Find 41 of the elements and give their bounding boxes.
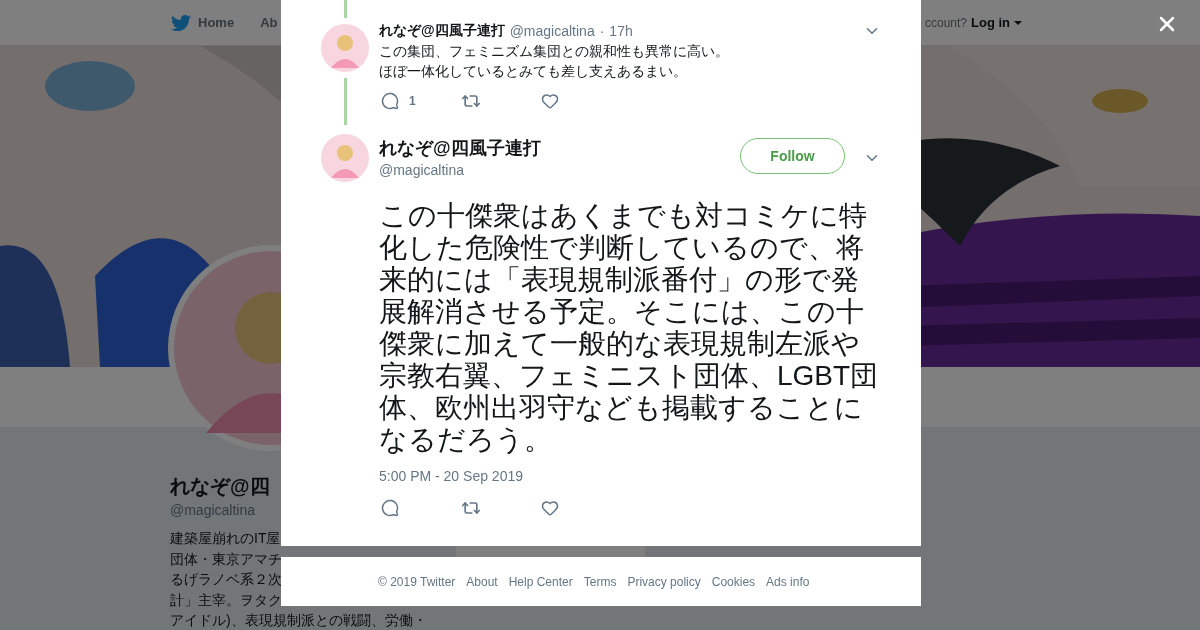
bio-line: アイドル)、表現規制派との戦闘、労働・ xyxy=(170,611,427,630)
tweet-time[interactable]: 17h xyxy=(609,23,633,39)
bird-icon xyxy=(171,12,191,33)
profile-name: れなぞ@四 xyxy=(170,474,270,498)
reply-button[interactable]: 1 xyxy=(379,92,459,110)
bio-line: るげラノベ系２次 xyxy=(170,570,282,589)
tweet-timestamp: 5:00 PM - 20 Sep 2019 xyxy=(379,468,524,484)
bio-line: 団体・東京アマチ xyxy=(170,549,282,569)
caret-icon[interactable] xyxy=(1014,20,1022,25)
tweet-text: ほぼ一体化しているとみても差し支えあるまい。 xyxy=(379,62,688,81)
author-name[interactable]: れなぞ@四風子連打 xyxy=(379,136,541,160)
heart-icon xyxy=(541,92,559,110)
nav-link[interactable]: Home xyxy=(171,12,235,33)
author-name[interactable]: れなぞ@四風子連打 xyxy=(379,22,505,40)
profile-handle: @magicaltina xyxy=(170,501,256,520)
heart-icon xyxy=(541,499,559,517)
reply-count: 1 xyxy=(409,94,416,108)
footer-link[interactable]: Ads info xyxy=(766,574,810,589)
thread-line xyxy=(343,78,347,125)
follow-button[interactable]: Follow xyxy=(740,138,845,174)
footer-link[interactable]: Terms xyxy=(583,574,617,589)
bio-line: 計」主宰。ヲタク xyxy=(170,590,282,610)
separator: · xyxy=(599,23,605,39)
footer-link[interactable]: About xyxy=(466,574,498,589)
speech-bubble-icon xyxy=(381,92,399,110)
footer-link[interactable]: Cookies xyxy=(711,574,756,589)
author-handle: @magicaltina xyxy=(379,162,466,178)
speech-bubble-icon xyxy=(381,499,399,517)
tweet-text: この十傑衆はあくまでも対コミケに特化した危険性で判断しているので、将来的には「表現規制派番付」の形で発展解消させる予定。そこには、この十傑衆に加えて一般的な表現規制左派や宗教右翼、フェミニスト団体、LGBT団体、欧州出羽守なども掲載することになるだろう。 xyxy=(379,200,879,456)
login-prompt: ccount? xyxy=(924,15,967,30)
nav-link[interactable]: Ab xyxy=(260,15,278,30)
thread-line xyxy=(343,0,347,18)
tweet-text: この集団、フェミニズム集団との親和性も異常に高い。 xyxy=(379,42,730,61)
footer-link[interactable]: © 2019 Twitter xyxy=(378,574,456,589)
footer-link[interactable]: Help Center xyxy=(508,574,573,589)
avatar[interactable] xyxy=(321,134,369,182)
login-link[interactable]: Log in xyxy=(971,15,1010,30)
avatar[interactable] xyxy=(321,24,369,72)
author-handle: @magicaltina xyxy=(509,23,595,39)
footer-link[interactable]: Privacy policy xyxy=(627,574,701,589)
bio-line: 建築屋崩れのIT屋 xyxy=(170,529,281,548)
